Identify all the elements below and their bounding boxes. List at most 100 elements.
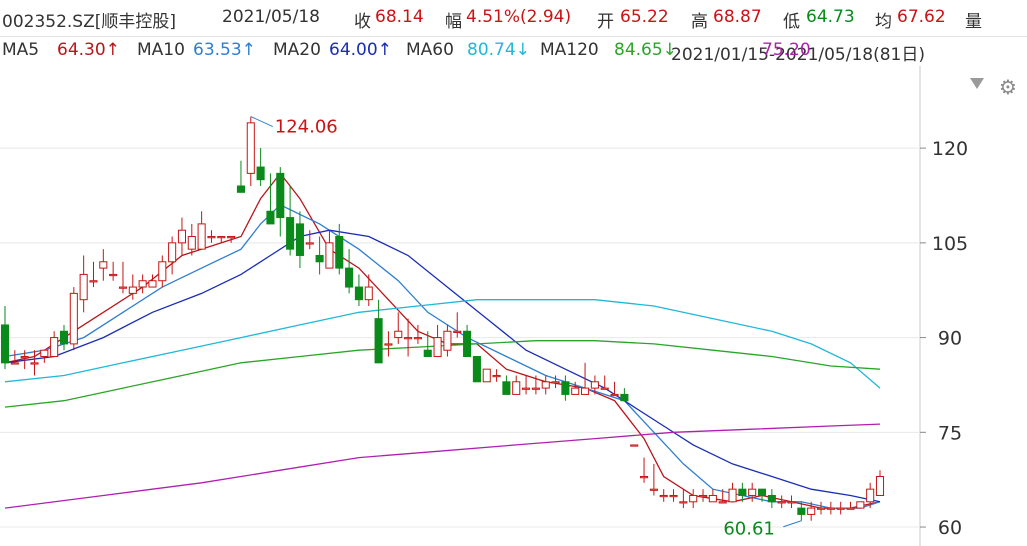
candle-body bbox=[453, 330, 462, 333]
overlap-ma-value: 75.20 bbox=[762, 40, 811, 60]
candle-body bbox=[0, 324, 10, 364]
ma60-label: MA60 bbox=[406, 40, 454, 60]
candle-body bbox=[118, 286, 128, 289]
candle-body bbox=[856, 501, 865, 509]
close-label: 收 bbox=[354, 12, 371, 32]
candle-body bbox=[649, 488, 658, 491]
ma20-label: MA20 bbox=[273, 40, 321, 60]
candlestick-chart[interactable]: 60 75 90 105 120 124.06 60.61 bbox=[0, 66, 1027, 546]
candle-body bbox=[79, 273, 88, 301]
candle-body bbox=[846, 507, 855, 510]
change-label: 幅 bbox=[445, 12, 462, 32]
candle-body bbox=[777, 501, 786, 504]
candle-body bbox=[374, 318, 383, 364]
candle-body bbox=[30, 362, 39, 365]
ma-line-ma10 bbox=[4, 204, 881, 509]
candle-body bbox=[276, 172, 285, 219]
candle-body bbox=[708, 494, 717, 503]
quote-header: 002352.SZ[顺丰控股] 2021/05/18 收 68.14 幅 4.5… bbox=[0, 0, 1027, 37]
candle-body bbox=[767, 494, 776, 503]
ma-line-ma5 bbox=[4, 172, 881, 509]
candle-body bbox=[561, 381, 570, 395]
candle-body bbox=[640, 476, 649, 479]
stock-code: 002352.SZ[顺丰控股] bbox=[2, 12, 177, 32]
candle-body bbox=[679, 501, 688, 504]
change-value: 4.51%(2.94) bbox=[466, 7, 572, 27]
candle-body bbox=[404, 337, 413, 340]
candle-body bbox=[433, 337, 442, 358]
avg-value: 67.62 bbox=[897, 7, 946, 27]
candle-body bbox=[482, 368, 491, 383]
candle-body bbox=[581, 387, 590, 395]
candle-body bbox=[227, 236, 236, 239]
ma-line-ma120 bbox=[4, 340, 881, 408]
candle-body bbox=[423, 349, 432, 358]
ma120-value: 84.65↓ bbox=[614, 40, 677, 60]
candle-body bbox=[345, 267, 354, 288]
ma120-label: MA120 bbox=[540, 40, 599, 60]
low-value: 64.73 bbox=[806, 7, 855, 27]
candle-body bbox=[590, 381, 599, 389]
candle-body bbox=[364, 286, 373, 301]
candle-body bbox=[286, 217, 295, 250]
candle-body bbox=[698, 494, 708, 498]
low-label: 低 bbox=[783, 12, 800, 32]
candle-body bbox=[757, 488, 767, 496]
candle-body bbox=[728, 488, 737, 503]
candle-body bbox=[246, 122, 255, 174]
candle-body bbox=[836, 507, 845, 510]
candle-body bbox=[168, 242, 177, 263]
candle-body bbox=[531, 387, 540, 390]
candle-body bbox=[109, 273, 118, 277]
candle-body bbox=[659, 494, 668, 498]
candle-body bbox=[738, 488, 747, 496]
open-label: 开 bbox=[597, 12, 614, 32]
candle-body bbox=[20, 356, 29, 359]
candle-body bbox=[492, 374, 501, 378]
candle-body bbox=[571, 387, 580, 395]
candle-body bbox=[472, 356, 481, 383]
y-tick-label: 120 bbox=[932, 138, 968, 160]
candle-body bbox=[217, 236, 226, 239]
candle-body bbox=[807, 507, 816, 515]
y-tick-label: 75 bbox=[938, 422, 962, 444]
candle-body bbox=[797, 507, 806, 515]
candle-body bbox=[541, 381, 550, 389]
candle-body bbox=[443, 330, 452, 351]
ma-line-ma60 bbox=[4, 299, 881, 389]
candle-body bbox=[875, 476, 885, 496]
avg-label: 均 bbox=[875, 12, 892, 32]
candle-body bbox=[10, 362, 19, 365]
candle-body bbox=[551, 381, 560, 384]
high-value: 68.87 bbox=[713, 7, 762, 27]
candle-body bbox=[354, 286, 363, 301]
candle-body bbox=[266, 210, 275, 225]
candle-body bbox=[138, 280, 147, 288]
candle-body bbox=[128, 286, 137, 294]
candle-body bbox=[59, 330, 69, 345]
candle-body bbox=[236, 185, 245, 193]
y-tick-label: 90 bbox=[938, 328, 962, 350]
candle-body bbox=[40, 349, 49, 358]
candle-body bbox=[384, 343, 393, 346]
candle-body bbox=[89, 280, 98, 283]
candle-body bbox=[600, 387, 609, 390]
y-tick-label: 60 bbox=[938, 517, 962, 539]
candle-body bbox=[256, 166, 265, 181]
ma10-label: MA10 bbox=[137, 40, 185, 60]
candle-body bbox=[463, 330, 472, 358]
candle-body bbox=[187, 236, 196, 250]
close-value: 68.14 bbox=[375, 7, 424, 27]
ma-indicator-bar: MA5 64.30↑ MA10 63.53↑ MA20 64.00↑ MA60 … bbox=[0, 37, 1027, 99]
candle-body bbox=[502, 381, 511, 395]
candle-body bbox=[325, 242, 334, 269]
candle-body bbox=[866, 488, 875, 503]
quote-date: 2021/05/18 bbox=[222, 7, 320, 27]
candle-body bbox=[610, 393, 619, 397]
y-tick-label: 105 bbox=[932, 233, 968, 255]
candle-body bbox=[69, 292, 78, 345]
candle-body bbox=[826, 507, 835, 510]
candle-body bbox=[718, 501, 727, 504]
candle-body bbox=[816, 507, 826, 510]
candle-body bbox=[177, 229, 187, 244]
